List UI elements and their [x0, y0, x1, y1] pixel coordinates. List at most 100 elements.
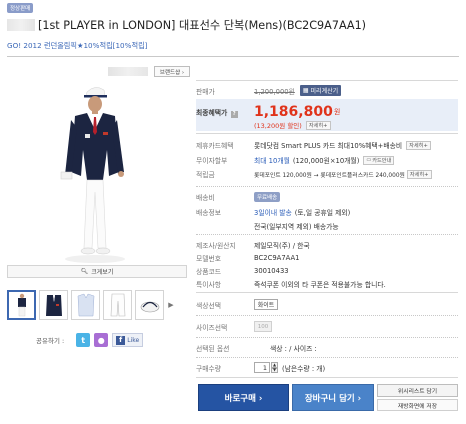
points-row: 적립금 롯데포인트 120,000원 → 롯데포인트플러스카드 240,000원…: [196, 169, 458, 179]
share-label: 공유하기 :: [36, 337, 65, 345]
card-benefit-detail-button[interactable]: 자세히+: [406, 140, 431, 150]
final-price-label-text: 최종혜택가: [196, 108, 228, 117]
color-select-label: 색상선택: [196, 301, 222, 310]
brand-logo-blurred: [108, 67, 148, 76]
size-select-label: 사이즈선택: [196, 323, 228, 332]
size-select-row: 사이즈선택 100: [196, 321, 458, 332]
sale-price-label: 판매가: [196, 87, 215, 96]
size-option-100[interactable]: 100: [254, 321, 272, 332]
thumbnail-5[interactable]: [135, 290, 164, 320]
installment-highlight: 최대 10개월: [254, 157, 290, 165]
main-product-image[interactable]: [7, 80, 187, 266]
shipping-info-row: 배송정보 3일이내 발송 (토,일 공휴일 제외): [196, 207, 458, 217]
add-to-cart-button[interactable]: 장바구니 담기 ›: [292, 384, 374, 411]
price-calculator-label: 미리계산기: [310, 88, 339, 95]
product-subtitle[interactable]: GO! 2012 런던올림픽★10%적립[10%적립]: [7, 41, 148, 51]
info-top-line: [196, 80, 458, 81]
share-row: 공유하기 : t ● f Like: [36, 333, 144, 347]
notes-value: 즉석쿠폰 이외의 타 쿠폰은 적용불가능 합니다.: [254, 281, 386, 289]
shipping-fee-label: 배송비: [196, 194, 215, 202]
facebook-like-button[interactable]: f Like: [112, 333, 144, 347]
selected-divider: [196, 357, 458, 358]
thumbnail-strip: ▶: [7, 288, 189, 322]
card-icon: ▭: [366, 157, 372, 163]
free-shipping-badge: 무료배송: [254, 192, 281, 202]
maker-row: 제조사/원산지 제일모직(주) / 한국: [196, 240, 458, 250]
chevron-down-icon[interactable]: ▼: [271, 367, 278, 373]
thumbnail-2[interactable]: [39, 290, 68, 320]
final-price-label: 최종혜택가 ?: [196, 107, 254, 118]
sale-price-row: 판매가 1,200,000원 ▦ 미리계산기: [196, 85, 458, 96]
quantity-stepper[interactable]: ▲ ▼: [271, 362, 278, 373]
product-title: [1st PLAYER in LONDON] 대표선수 단복(Mens)(BC2…: [38, 19, 367, 32]
card-benefit-row: 제휴카드혜택 롯데닷컴 Smart PLUS 카드 최대10%혜택+배송비 자세…: [196, 140, 458, 150]
model-label: 모델번호: [196, 255, 222, 263]
sale-status-badge: 정상판매: [7, 3, 34, 13]
maker-label: 제조사/원산지: [196, 242, 236, 250]
zoom-label: 크게보기: [91, 269, 114, 276]
magnifier-icon: 🔍︎: [80, 268, 89, 275]
installment-value: (120,000원×10개월): [292, 157, 360, 165]
selected-option-label: 선택된 옵션: [196, 345, 230, 353]
thumbnail-next-arrow-icon[interactable]: ▶: [167, 290, 175, 320]
quantity-label: 구매수량: [196, 364, 222, 373]
color-select-row: 색상선택 화이트: [196, 299, 458, 310]
price-calculator-button[interactable]: ▦ 미리계산기: [299, 85, 342, 96]
remaining-qty: (남은수량 : 개): [282, 364, 326, 373]
card-benefit-label: 제휴카드혜택: [196, 142, 234, 150]
shipping-days: 3일이내 발송: [254, 209, 292, 217]
installment-row: 무이자할부 최대 10개월 (120,000원×10개월) ▭ 카드안내: [196, 155, 458, 165]
notes-label: 특이사항: [196, 281, 222, 289]
discount-detail-button[interactable]: 자세히+: [305, 120, 331, 130]
price-bottom-line: [196, 133, 458, 134]
facebook-icon: f: [116, 335, 126, 345]
info-bottom-line: [196, 292, 458, 293]
facebook-like-label: Like: [127, 336, 140, 344]
selected-option-row: 선택된 옵션 색상 : / 사이즈 :: [196, 343, 458, 353]
shipping-fee-row: 배송비 무료배송: [196, 192, 458, 202]
title-divider: [7, 56, 459, 57]
quantity-input[interactable]: 1: [254, 362, 270, 373]
thumbnail-3[interactable]: [71, 290, 100, 320]
save-screen-button[interactable]: 재방화면에 저장: [377, 399, 458, 411]
product-code-value: 30010433: [254, 267, 289, 275]
buy-now-button[interactable]: 바로구매 ›: [198, 384, 289, 411]
points-value: 롯데포인트 120,000원 → 롯데포인트플러스카드 240,000원: [254, 172, 405, 179]
brand-name-blurred: [7, 19, 35, 31]
shipping-area: 전국(일부지역 제외) 배송가능: [254, 223, 339, 231]
installment-label: 무이자할부: [196, 157, 228, 165]
points-detail-button[interactable]: 자세히+: [406, 169, 432, 179]
final-price-row: 최종혜택가 ? 1,186,800 원: [196, 104, 458, 120]
original-price: 1,200,000원: [254, 87, 295, 96]
thumbnail-4[interactable]: [103, 290, 132, 320]
notes-row: 특이사항 즉석쿠폰 이외의 타 쿠폰은 적용불가능 합니다.: [196, 279, 458, 289]
quantity-row: 구매수량 1 ▲ ▼ (남은수량 : 개): [196, 362, 458, 373]
calculator-icon: ▦: [302, 87, 309, 94]
product-code-row: 상품코드 30010433: [196, 266, 458, 276]
maker-value: 제일모직(주) / 한국: [254, 242, 310, 250]
shipping-days-note: (토,일 공휴일 제외): [294, 209, 351, 217]
title-row: [1st PLAYER in LONDON] 대표선수 단복(Mens)(BC2…: [7, 16, 459, 34]
zoom-button[interactable]: 🔍︎ 크게보기: [7, 265, 187, 278]
help-icon[interactable]: ?: [230, 110, 238, 118]
selected-option-value: 색상 : / 사이즈 :: [270, 345, 317, 353]
color-option-white[interactable]: 화이트: [254, 299, 278, 310]
discount-row: (13,200원 할인) 자세히+: [196, 120, 458, 130]
wishlist-button[interactable]: 위시리스트 담기: [377, 384, 458, 397]
model-row: 모델번호 BC2C9A7AA1: [196, 253, 458, 263]
card-benefit-value: 롯데닷컴 Smart PLUS 카드 최대10%혜택+배송비: [254, 142, 403, 150]
points-divider: [196, 186, 458, 187]
thumbnail-1[interactable]: [7, 290, 36, 320]
product-code-label: 상품코드: [196, 268, 222, 276]
points-label: 적립금: [196, 171, 215, 179]
discount-amount: (13,200원 할인): [254, 122, 302, 130]
options-bottom-line: [196, 377, 458, 378]
card-guide-button[interactable]: ▭ 카드안내: [363, 155, 395, 165]
brandshop-button[interactable]: 브랜드샵 ›: [154, 66, 190, 77]
final-price: 1,186,800: [254, 104, 333, 120]
shipping-area-row: 전국(일부지역 제외) 배송가능: [196, 221, 458, 231]
model-value: BC2C9A7AA1: [254, 254, 300, 262]
me2day-icon[interactable]: ●: [94, 333, 109, 347]
twitter-icon[interactable]: t: [76, 333, 91, 347]
final-price-unit: 원: [333, 108, 341, 116]
